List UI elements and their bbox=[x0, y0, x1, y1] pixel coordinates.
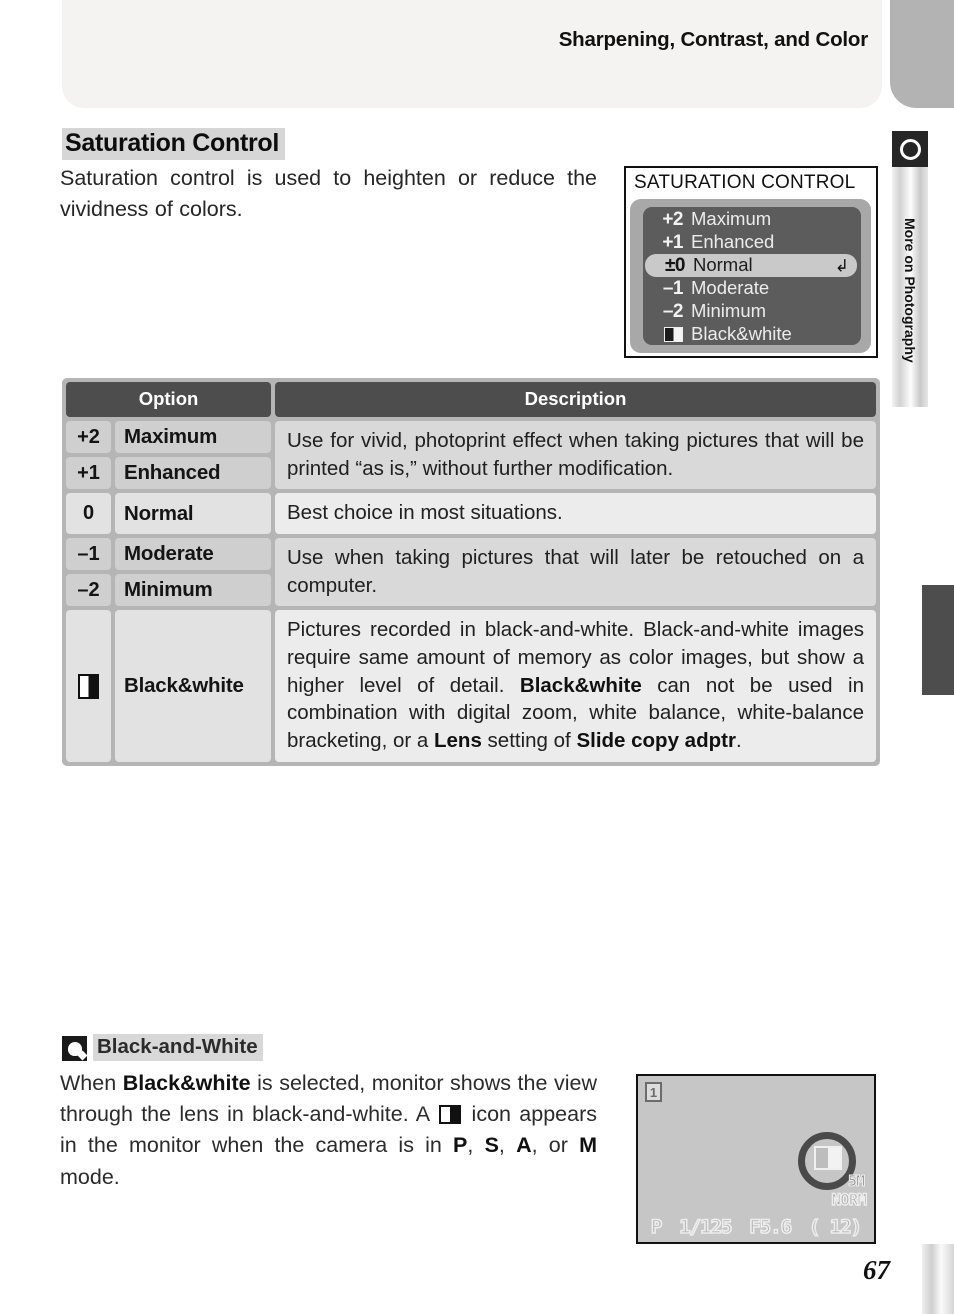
menu-item-value: ±0 bbox=[665, 255, 686, 276]
option-name: Black&white bbox=[115, 610, 271, 762]
shutter-speed: 1/125 bbox=[678, 1215, 733, 1239]
option-cell: +1 Enhanced bbox=[66, 457, 271, 490]
menu-item-normal[interactable]: ±0 Normal ↲ bbox=[645, 254, 857, 277]
page-number: 67 bbox=[863, 1255, 890, 1285]
column-header-option: Option bbox=[66, 382, 271, 417]
description-wrapper: Best choice in most situations. bbox=[275, 493, 876, 535]
saturation-control-menu-screenshot: SATURATION CONTROL +2 Maximum +1 Enhanced ±0… bbox=[624, 166, 878, 358]
menu-item-enhanced[interactable]: +1 Enhanced bbox=[643, 231, 861, 254]
table-row: 0 Normal Best choice in most situations. bbox=[66, 493, 876, 535]
description-wrapper: Pictures recorded in black-and-white. Bl… bbox=[275, 610, 876, 762]
option-value: –1 bbox=[66, 538, 111, 571]
option-cell: Black&white bbox=[66, 610, 271, 762]
menu-item-label: Maximum bbox=[691, 208, 772, 230]
option-description: Use when taking pictures that will later… bbox=[275, 538, 876, 607]
option-value: 0 bbox=[66, 493, 111, 535]
option-cell: –2 Minimum bbox=[66, 574, 271, 607]
enter-arrow-icon: ↲ bbox=[834, 256, 849, 275]
option-name: Enhanced bbox=[115, 457, 271, 490]
menu-item-value: –1 bbox=[662, 278, 684, 299]
table-body: +2 Maximum +1 Enhanced Use for vivid, photop… bbox=[66, 421, 876, 762]
menu-item-label: Black&white bbox=[691, 323, 792, 345]
table-row: –1 Moderate –2 Minimum Use when taking pictu… bbox=[66, 538, 876, 607]
option-cell: 0 Normal bbox=[66, 493, 271, 535]
menu-item-value: –2 bbox=[662, 301, 684, 322]
table-row: Black&white Pictures recorded in black-an… bbox=[66, 610, 876, 762]
black-and-white-swatch-icon bbox=[439, 1105, 462, 1125]
description-wrapper: Use for vivid, photoprint effect when ta… bbox=[275, 421, 876, 490]
option-cell: +2 Maximum bbox=[66, 421, 271, 454]
option-value: +2 bbox=[66, 421, 111, 454]
page-corner-block bbox=[890, 0, 954, 108]
option-description: Best choice in most situations. bbox=[275, 493, 876, 535]
option-name: Moderate bbox=[115, 538, 271, 571]
option-name: Normal bbox=[115, 493, 271, 535]
note-heading: Black-and-White bbox=[93, 1034, 263, 1061]
camera-monitor-screenshot: 1 5M NORM P 1/125 F5.6 ( 12) bbox=[636, 1074, 876, 1244]
menu-item-black-white[interactable]: Black&white bbox=[643, 323, 861, 346]
table-row: +2 Maximum +1 Enhanced Use for vivid, photop… bbox=[66, 421, 876, 490]
section-intro-text: Saturation control is used to heighten o… bbox=[60, 166, 597, 221]
menu-item-label: Normal bbox=[693, 254, 753, 276]
option-group: +2 Maximum +1 Enhanced bbox=[66, 421, 271, 490]
option-value: –2 bbox=[66, 574, 111, 607]
menu-item-value: +2 bbox=[662, 209, 683, 230]
frame-badge: 1 bbox=[645, 1082, 662, 1102]
menu-list[interactable]: +2 Maximum +1 Enhanced ±0 Normal ↲ –1 Moderate –2… bbox=[643, 207, 861, 345]
option-group: Black&white bbox=[66, 610, 271, 762]
page-edge-footer-bar bbox=[922, 1244, 954, 1314]
chapter-tab-label: More on Photography bbox=[902, 217, 918, 363]
page-header-band: Sharpening, Contrast, and Color bbox=[62, 0, 882, 108]
menu-item-maximum[interactable]: +2 Maximum bbox=[643, 208, 861, 231]
page-title: Saturation Control bbox=[62, 128, 286, 160]
table-header-row: Option Description bbox=[66, 382, 876, 417]
column-header-description: Description bbox=[275, 382, 876, 417]
monitor-status-bar: P 1/125 F5.6 ( 12) bbox=[638, 1215, 874, 1239]
chapter-edge-marker bbox=[922, 585, 954, 695]
frames-remaining: ( 12) bbox=[808, 1215, 863, 1239]
saturation-options-table: Option Description +2 Maximum +1 Enhanced Us… bbox=[62, 378, 880, 766]
option-name: Minimum bbox=[115, 574, 271, 607]
black-and-white-swatch-icon bbox=[66, 610, 111, 762]
menu-item-moderate[interactable]: –1 Moderate bbox=[643, 277, 861, 300]
note-body-text: When Black&white is selected, monitor sh… bbox=[60, 1071, 597, 1189]
menu-panel: +2 Maximum +1 Enhanced ±0 Normal ↲ –1 Moderate –2… bbox=[630, 199, 871, 353]
running-title: Sharpening, Contrast, and Color bbox=[558, 28, 868, 51]
option-group: 0 Normal bbox=[66, 493, 271, 535]
description-wrapper: Use when taking pictures that will later… bbox=[275, 538, 876, 607]
menu-item-minimum[interactable]: –2 Minimum bbox=[643, 300, 861, 323]
lens-ring-icon bbox=[892, 131, 928, 167]
menu-item-label: Minimum bbox=[691, 300, 767, 322]
menu-item-value: +1 bbox=[662, 232, 683, 253]
option-cell: –1 Moderate bbox=[66, 538, 271, 571]
tip-lightbulb-icon bbox=[62, 1036, 87, 1061]
image-quality-indicator: NORM bbox=[831, 1189, 868, 1209]
option-value: +1 bbox=[66, 457, 111, 490]
option-description: Use for vivid, photoprint effect when ta… bbox=[275, 421, 876, 490]
aperture: F5.6 bbox=[748, 1215, 792, 1239]
option-name: Maximum bbox=[115, 421, 271, 454]
menu-item-label: Moderate bbox=[691, 277, 770, 299]
option-description: Pictures recorded in black-and-white. Bl… bbox=[275, 610, 876, 762]
black-and-white-swatch-icon bbox=[649, 327, 683, 342]
menu-item-label: Enhanced bbox=[691, 231, 775, 253]
image-size-indicator: 5M bbox=[847, 1172, 865, 1191]
option-group: –1 Moderate –2 Minimum bbox=[66, 538, 271, 607]
menu-title: SATURATION CONTROL bbox=[634, 172, 856, 193]
exposure-mode: P bbox=[650, 1215, 663, 1239]
